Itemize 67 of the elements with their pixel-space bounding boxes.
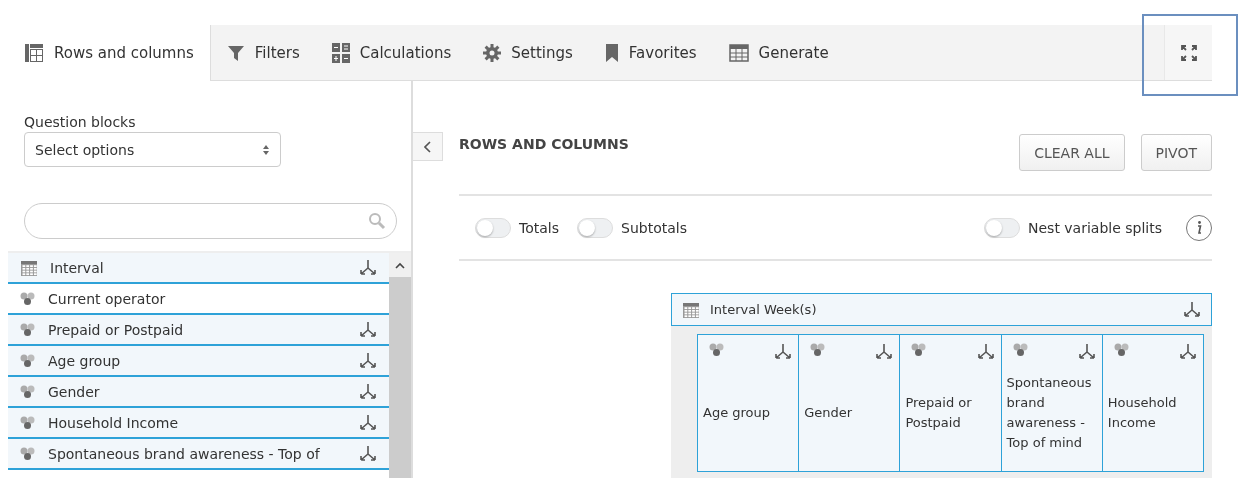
bookmark-icon: [604, 42, 619, 63]
calendar-icon: [682, 300, 700, 319]
split-icon[interactable]: [359, 382, 377, 401]
category-icon: [1012, 343, 1029, 357]
toggle-label: Nest variable splits: [1028, 219, 1162, 236]
toggle-switch[interactable]: [475, 217, 511, 238]
category-icon: [810, 343, 827, 357]
split-icon[interactable]: [1077, 343, 1096, 361]
split-icon[interactable]: [976, 343, 995, 361]
tab[interactable]: Calculations: [315, 25, 468, 80]
tab[interactable]: Favorites: [588, 25, 713, 80]
category-icon: [20, 446, 36, 461]
chevron-left-icon: [423, 140, 432, 153]
category-icon: [20, 384, 36, 399]
search-icon: [368, 212, 386, 230]
toggle-label: Subtotals: [621, 219, 687, 236]
category-icon: [20, 291, 36, 306]
settings-icon: [483, 43, 502, 62]
category-icon: [20, 415, 36, 430]
toggle-label: Totals: [519, 219, 559, 236]
category-icon: [1113, 343, 1130, 357]
split-icon[interactable]: [1179, 343, 1197, 361]
scrollbar[interactable]: [389, 253, 411, 478]
fullscreen-icon: [1179, 43, 1198, 62]
tab[interactable]: Generate: [712, 25, 845, 80]
section-title: ROWS AND COLUMNS: [459, 136, 629, 152]
select-field[interactable]: Select options: [24, 132, 281, 167]
variable-item[interactable]: Age group: [8, 346, 389, 377]
category-icon: [709, 343, 725, 357]
action-button[interactable]: CLEAR ALL: [1019, 134, 1125, 171]
scroll-up-icon[interactable]: [395, 261, 405, 269]
variable-item[interactable]: Gender: [8, 377, 389, 408]
tab[interactable]: Settings: [467, 25, 589, 80]
field-label: Question blocks: [24, 114, 137, 130]
tab[interactable]: Filters: [210, 25, 316, 80]
calendar-icon: [20, 258, 38, 277]
split-icon[interactable]: [875, 343, 894, 361]
tab[interactable]: Rows and columns: [8, 25, 211, 81]
action-button[interactable]: PIVOT: [1140, 134, 1212, 171]
sort-caret-icon: [262, 143, 270, 156]
table-icon: [728, 43, 749, 62]
variable-item[interactable]: Spontaneous brand awareness - Top of: [8, 439, 389, 470]
column-variable[interactable]: Spontaneous brand awareness - Top of mind: [1000, 335, 1102, 471]
column-variable[interactable]: Age group: [698, 335, 799, 471]
split-icon[interactable]: [1183, 300, 1201, 319]
category-icon: [20, 322, 36, 337]
split-icon[interactable]: [774, 343, 793, 361]
split-icon[interactable]: [359, 351, 377, 370]
column-variable[interactable]: Household Income: [1101, 335, 1203, 471]
calculator-icon: [331, 42, 350, 63]
filter-icon: [226, 43, 245, 62]
variable-item[interactable]: Household Income: [8, 408, 389, 439]
split-icon[interactable]: [359, 444, 377, 463]
split-icon[interactable]: [359, 258, 377, 277]
collapse-button[interactable]: [413, 132, 443, 161]
row-variable[interactable]: Interval Week(s): [671, 293, 1212, 326]
category-icon: [911, 343, 928, 357]
column-variable[interactable]: Prepaid or Postpaid: [899, 335, 1001, 471]
toggle-switch[interactable]: [577, 217, 613, 238]
split-icon[interactable]: [359, 413, 377, 432]
grid-icon: [24, 43, 44, 63]
split-icon[interactable]: [359, 320, 377, 339]
category-icon: [20, 353, 36, 368]
toggle-switch[interactable]: [984, 217, 1020, 238]
variable-item[interactable]: Interval: [8, 253, 389, 284]
variable-item[interactable]: Prepaid or Postpaid: [8, 315, 389, 346]
column-variable[interactable]: Gender: [798, 335, 900, 471]
